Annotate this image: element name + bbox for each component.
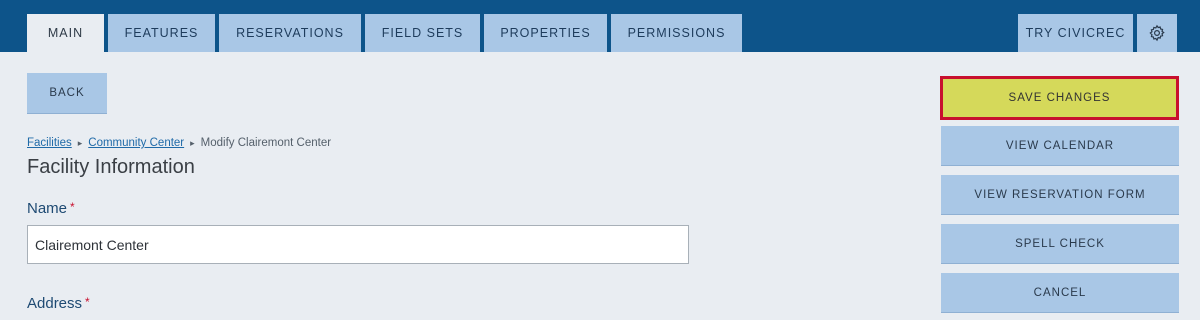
name-input[interactable] xyxy=(27,225,689,264)
tab-field-sets[interactable]: Field Sets xyxy=(365,14,480,52)
address-label-text: Address xyxy=(27,295,83,312)
required-marker: * xyxy=(70,200,75,214)
top-nav-bar: Main Features Reservations Field Sets Pr… xyxy=(0,0,1200,52)
tab-features[interactable]: Features xyxy=(108,14,215,52)
save-changes-button[interactable]: Save Changes xyxy=(940,76,1179,120)
address-field-label: Address * xyxy=(27,295,90,312)
name-field-label: Name * xyxy=(27,200,75,217)
breadcrumb-link-facilities[interactable]: Facilities xyxy=(27,137,72,149)
settings-button[interactable] xyxy=(1137,14,1177,52)
breadcrumb-link-community-center[interactable]: Community Center xyxy=(88,137,184,149)
page-title: Facility Information xyxy=(27,156,195,178)
breadcrumb: Facilities ▸ Community Center ▸ Modify Clair… xyxy=(27,137,331,149)
name-label-text: Name xyxy=(27,200,68,217)
cancel-button[interactable]: Cancel xyxy=(941,273,1179,313)
tab-properties[interactable]: Properties xyxy=(484,14,607,52)
tab-main[interactable]: Main xyxy=(27,14,104,52)
gear-icon xyxy=(1148,24,1166,42)
view-calendar-button[interactable]: View Calendar xyxy=(941,126,1179,166)
required-marker: * xyxy=(85,295,90,309)
tab-reservations[interactable]: Reservations xyxy=(219,14,361,52)
try-civicrec-button[interactable]: Try CivicRec xyxy=(1018,14,1133,52)
breadcrumb-current: Modify Clairemont Center xyxy=(200,137,332,149)
view-reservation-form-button[interactable]: View Reservation Form xyxy=(941,175,1179,215)
breadcrumb-separator: ▸ xyxy=(77,138,83,148)
spell-check-button[interactable]: Spell Check xyxy=(941,224,1179,264)
breadcrumb-separator: ▸ xyxy=(190,138,195,148)
tab-permissions[interactable]: Permissions xyxy=(611,14,742,52)
back-button[interactable]: Back xyxy=(27,73,107,114)
